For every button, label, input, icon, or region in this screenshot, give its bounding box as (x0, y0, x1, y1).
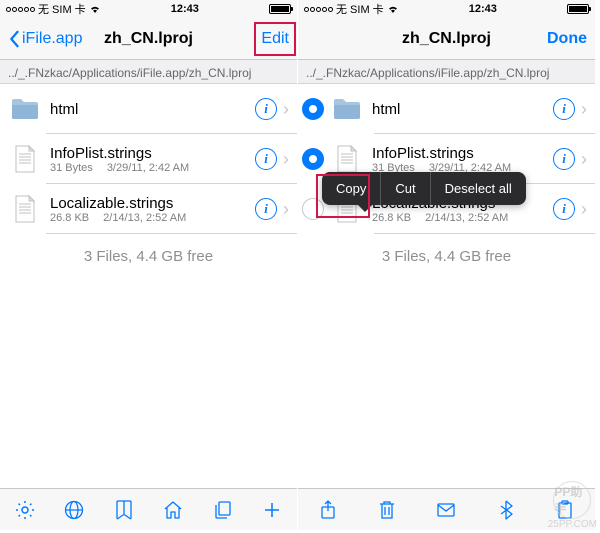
done-button[interactable]: Done (547, 30, 587, 48)
back-label: iFile.app (22, 30, 82, 48)
page-title: zh_CN.lproj (104, 30, 193, 48)
wifi-icon (387, 4, 399, 14)
info-button[interactable]: i (255, 98, 277, 120)
file-date: 2/14/13, 2:52 AM (103, 212, 186, 224)
file-name: InfoPlist.strings (372, 145, 553, 162)
chevron-right-icon: › (581, 99, 587, 120)
phone-left: 无 SIM 卡 12:43 iFile.app zh_CN.lproj Edit… (0, 0, 298, 530)
statusbar: 无 SIM 卡 12:43 (298, 0, 595, 18)
file-list: html i › InfoPlist.strings31 Bytes 3/29/1… (0, 84, 297, 234)
watermark-brand: PP助手 (554, 483, 590, 517)
select-radio[interactable] (302, 198, 324, 220)
edit-button[interactable]: Edit (261, 30, 289, 48)
select-radio[interactable] (302, 98, 324, 120)
page-title: zh_CN.lproj (402, 30, 491, 48)
file-name: html (372, 101, 553, 118)
home-button[interactable] (161, 498, 185, 522)
chevron-right-icon: › (283, 99, 289, 120)
file-name: html (50, 101, 255, 118)
file-name: InfoPlist.strings (50, 145, 255, 162)
clock: 12:43 (469, 3, 497, 15)
file-name: Localizable.strings (50, 195, 255, 212)
share-button[interactable] (316, 498, 340, 522)
info-button[interactable]: i (255, 148, 277, 170)
folder-icon (332, 94, 362, 124)
list-item[interactable]: InfoPlist.strings31 Bytes 3/29/11, 2:42 A… (0, 134, 297, 184)
battery-icon (269, 4, 291, 14)
file-size: 26.8 KB (372, 212, 411, 224)
list-item[interactable]: Localizable.strings26.8 KB 2/14/13, 2:52 … (0, 184, 297, 234)
list-item[interactable]: html i › (298, 84, 595, 134)
info-button[interactable]: i (553, 148, 575, 170)
list-item[interactable]: html i › (0, 84, 297, 134)
info-button[interactable]: i (255, 198, 277, 220)
chevron-right-icon: › (581, 199, 587, 220)
bluetooth-button[interactable] (494, 498, 518, 522)
file-icon (332, 144, 362, 174)
menu-cut[interactable]: Cut (380, 172, 429, 205)
chevron-right-icon: › (283, 149, 289, 170)
chevron-left-icon (8, 30, 20, 48)
watermark: PP助手 25PP.COM (548, 481, 597, 530)
toolbar (0, 488, 297, 530)
chevron-right-icon: › (283, 199, 289, 220)
file-size: 26.8 KB (50, 212, 89, 224)
navbar: iFile.app zh_CN.lproj Edit (0, 18, 297, 60)
chevron-right-icon: › (581, 149, 587, 170)
select-radio[interactable] (302, 148, 324, 170)
battery-icon (567, 4, 589, 14)
clock: 12:43 (171, 3, 199, 15)
context-menu: Copy Cut Deselect all (322, 172, 526, 205)
summary-label: 3 Files, 4.4 GB free (298, 234, 595, 279)
wifi-icon (89, 4, 101, 14)
settings-button[interactable] (13, 498, 37, 522)
navbar: zh_CN.lproj Done (298, 18, 595, 60)
bookmark-button[interactable] (112, 498, 136, 522)
back-button[interactable]: iFile.app (8, 30, 82, 48)
folder-icon (10, 94, 40, 124)
summary-label: 3 Files, 4.4 GB free (0, 234, 297, 279)
statusbar: 无 SIM 卡 12:43 (0, 0, 297, 18)
breadcrumb[interactable]: ../_.FNzkac/Applications/iFile.app/zh_CN… (0, 60, 297, 84)
file-icon (10, 194, 40, 224)
file-icon (10, 144, 40, 174)
copy-button[interactable] (211, 498, 235, 522)
carrier-label: 无 SIM 卡 (38, 1, 86, 17)
file-date: 2/14/13, 2:52 AM (425, 212, 508, 224)
signal-icon (6, 7, 35, 12)
phone-right: 无 SIM 卡 12:43 zh_CN.lproj Done ../_.FNzk… (298, 0, 596, 530)
trash-button[interactable] (375, 498, 399, 522)
signal-icon (304, 7, 333, 12)
file-date: 3/29/11, 2:42 AM (107, 162, 189, 174)
info-button[interactable]: i (553, 98, 575, 120)
file-list: html i › InfoPlist.strings31 Bytes3/29/1… (298, 84, 595, 234)
menu-copy[interactable]: Copy (322, 172, 380, 205)
menu-deselect-all[interactable]: Deselect all (430, 172, 526, 205)
mail-button[interactable] (434, 498, 458, 522)
carrier-label: 无 SIM 卡 (336, 1, 384, 17)
web-button[interactable] (62, 498, 86, 522)
breadcrumb[interactable]: ../_.FNzkac/Applications/iFile.app/zh_CN… (298, 60, 595, 84)
file-size: 31 Bytes (50, 162, 93, 174)
add-button[interactable] (260, 498, 284, 522)
watermark-url: 25PP.COM (548, 519, 597, 530)
info-button[interactable]: i (553, 198, 575, 220)
